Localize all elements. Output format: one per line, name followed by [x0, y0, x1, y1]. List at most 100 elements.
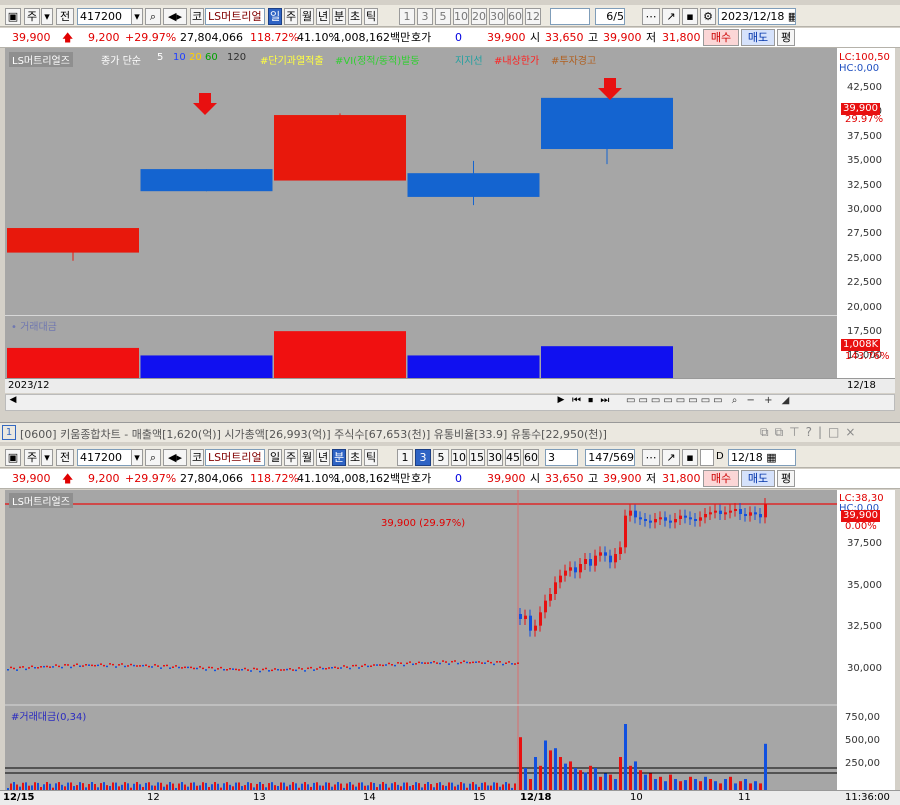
page-field[interactable]: 147/569: [585, 449, 635, 466]
period-button-0[interactable]: 일: [268, 449, 282, 466]
interval-button-3[interactable]: 10: [453, 8, 469, 25]
period-button-5[interactable]: 초: [348, 449, 362, 466]
interval-button-5[interactable]: 30: [487, 449, 503, 466]
period-button-4[interactable]: 분: [332, 449, 346, 466]
lc-label: LC:100,50: [839, 52, 890, 63]
minute-candle: [475, 661, 477, 663]
chart-grid-icon[interactable]: ⋯: [642, 8, 660, 25]
chart-grid-icon[interactable]: ⋯: [642, 449, 660, 466]
volume-bar: [448, 782, 450, 790]
interval-button-7[interactable]: 60: [523, 449, 539, 466]
interval-button-2[interactable]: 5: [435, 8, 451, 25]
d-checkbox[interactable]: [700, 449, 714, 466]
save-icon[interactable]: ▪: [682, 8, 698, 25]
volume-bar: [304, 782, 306, 790]
mode-select[interactable]: 주: [24, 8, 40, 25]
interval-button-4[interactable]: 15: [469, 449, 485, 466]
minute-candle: [142, 664, 144, 667]
speaker-icon[interactable]: ◀▸: [163, 8, 187, 25]
code-input[interactable]: 417200: [77, 449, 132, 466]
interval-button-1[interactable]: 3: [417, 8, 433, 25]
page-field[interactable]: 6/5: [595, 8, 625, 25]
eval-button[interactable]: 평: [777, 470, 795, 487]
minute-candle: [418, 661, 420, 664]
eval-button[interactable]: 평: [777, 29, 795, 46]
prev-button[interactable]: 전: [56, 449, 74, 466]
volume-bar: [316, 782, 318, 790]
volume-bar: [744, 779, 747, 790]
search-icon[interactable]: ⌕: [145, 449, 161, 466]
minute-candle: [289, 668, 291, 670]
period-button-3[interactable]: 년: [316, 449, 330, 466]
interval-button-0[interactable]: 1: [399, 8, 415, 25]
period-button-0[interactable]: 일: [268, 8, 282, 25]
prev-button[interactable]: 전: [56, 8, 74, 25]
period-button-3[interactable]: 년: [316, 8, 330, 25]
period-button-1[interactable]: 주: [284, 8, 298, 25]
speaker-icon[interactable]: ◀▸: [163, 449, 187, 466]
buy-button[interactable]: 매수: [703, 29, 739, 46]
minute-candle: [604, 552, 607, 556]
top-chart-area[interactable]: LS머트리얼즈 종가 단순 5 10 20 60 120 #단기과열적출 #VI(정적/동…: [5, 48, 837, 378]
zoom-tools[interactable]: ▭▭▭▭▭▭▭▭ ⌕ − + ◢: [626, 395, 896, 410]
period-button-5[interactable]: 초: [348, 8, 362, 25]
window-controls[interactable]: ⧉⧉⊤?|□×: [760, 425, 861, 440]
minute-candle: [584, 559, 587, 564]
minute-candle: [394, 664, 396, 667]
period-button-6[interactable]: 틱: [364, 449, 378, 466]
bottom-chart-area[interactable]: LS머트리얼즈 39,900 (29.97%) #거래대금(0,34): [5, 490, 837, 790]
period-button-2[interactable]: 월: [300, 449, 314, 466]
interval-button-2[interactable]: 5: [433, 449, 449, 466]
buy-button[interactable]: 매수: [703, 470, 739, 487]
interval-button-3[interactable]: 10: [451, 449, 467, 466]
interval-button-7[interactable]: 120: [525, 8, 541, 25]
minute-candle: [579, 564, 582, 573]
interval-field[interactable]: [550, 8, 590, 25]
scroll-left-icon[interactable]: ◀: [6, 395, 20, 410]
period-button-6[interactable]: 틱: [364, 8, 378, 25]
chevron-down-icon[interactable]: ▾: [41, 8, 53, 25]
period-button-2[interactable]: 월: [300, 8, 314, 25]
mode-select[interactable]: 주: [24, 449, 40, 466]
chart-line-icon[interactable]: ↗: [662, 8, 680, 25]
gear-icon[interactable]: ⚙: [700, 8, 716, 25]
market-label[interactable]: 코: [190, 8, 204, 25]
chevron-down-icon[interactable]: ▾: [131, 8, 143, 25]
top-scrollbar[interactable]: ◀ ▶ ⏮ ⏹ ⏭ ▭▭▭▭▭▭▭▭ ⌕ − + ◢: [5, 394, 895, 411]
chevron-down-icon[interactable]: ▾: [41, 449, 53, 466]
interval-button-6[interactable]: 45: [505, 449, 521, 466]
date-field[interactable]: 2023/12/18 ▦: [718, 8, 796, 25]
open-value: 33,650: [545, 472, 584, 485]
chart-line-icon[interactable]: ↗: [662, 449, 680, 466]
chevron-down-icon[interactable]: ▾: [131, 449, 143, 466]
code-input[interactable]: 417200: [77, 8, 132, 25]
minute-candle: [22, 666, 24, 668]
sell-button[interactable]: 매도: [741, 470, 775, 487]
search-icon[interactable]: ⌕: [145, 8, 161, 25]
market-label[interactable]: 코: [190, 449, 204, 466]
bottom-toolbar: ▣ 주 ▾ 전 417200 ▾ ⌕ ◀▸ 코 LS머트리얼 일주월년분초틱 1…: [0, 446, 900, 468]
volume-bar: [127, 783, 129, 790]
interval-button-1[interactable]: 3: [415, 449, 431, 466]
interval-button-6[interactable]: 60: [507, 8, 523, 25]
minute-candle: [478, 661, 480, 663]
scroll-right-icon[interactable]: ▶: [554, 395, 568, 410]
interval-select[interactable]: 3: [545, 449, 578, 466]
layout-icon[interactable]: ▣: [5, 8, 21, 25]
minute-candle: [79, 665, 81, 668]
sell-button[interactable]: 매도: [741, 29, 775, 46]
period-button-1[interactable]: 주: [284, 449, 298, 466]
minute-candle: [58, 665, 60, 668]
stock-name-field[interactable]: LS머트리얼: [205, 449, 265, 466]
volume-bar: [169, 782, 171, 790]
date-field[interactable]: 12/18 ▦: [728, 449, 796, 466]
volume-bar: [609, 774, 612, 790]
interval-button-0[interactable]: 1: [397, 449, 413, 466]
save-icon[interactable]: ▪: [682, 449, 698, 466]
interval-button-4[interactable]: 20: [471, 8, 487, 25]
interval-button-5[interactable]: 30: [489, 8, 505, 25]
volume-bar: [694, 779, 697, 790]
period-button-4[interactable]: 분: [332, 8, 346, 25]
layout-icon[interactable]: ▣: [5, 449, 21, 466]
stock-name-field[interactable]: LS머트리얼: [205, 8, 265, 25]
